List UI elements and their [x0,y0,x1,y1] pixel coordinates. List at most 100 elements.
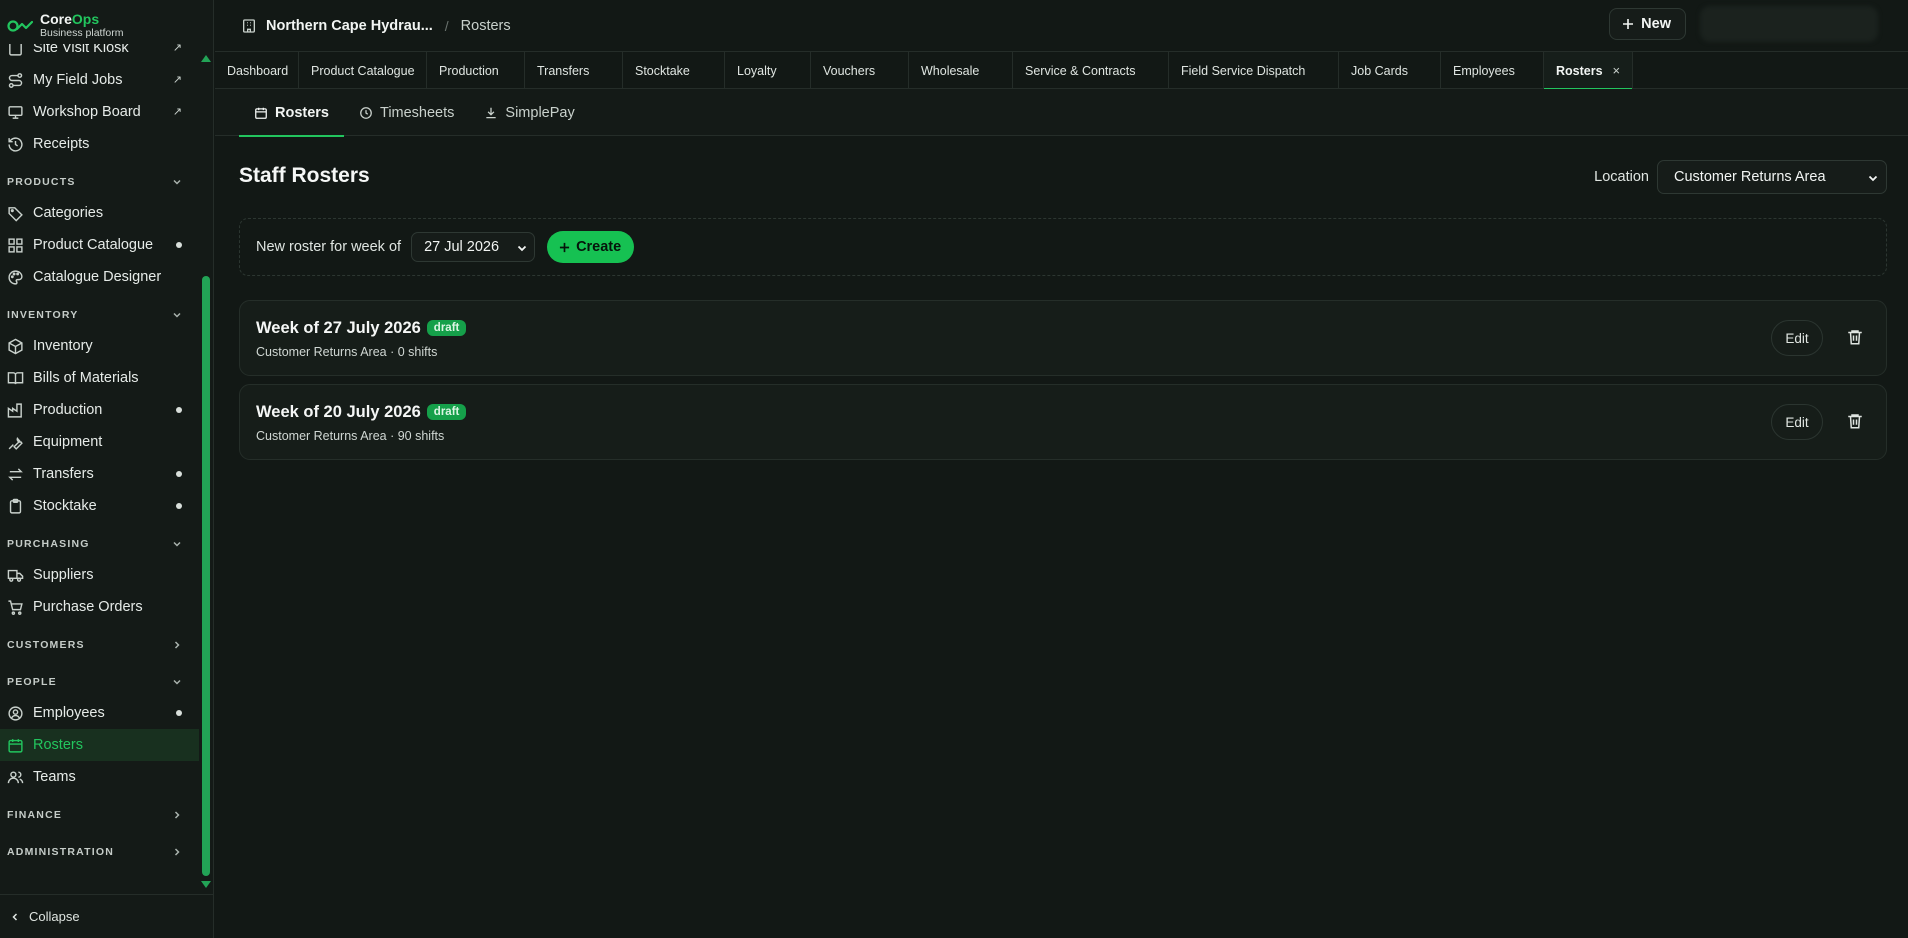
section-label: ADMINISTRATION [7,846,115,858]
sidebar-item-workshop-board[interactable]: Workshop Board ↗ [0,96,199,128]
week-select[interactable]: 27 Jul 2026 [411,232,536,262]
tab-wholesale[interactable]: Wholesale [909,52,1013,89]
status-badge: draft [426,404,467,420]
create-button-label: Create [576,239,622,255]
tab-label: Vouchers [823,63,876,78]
sidebar-item-rosters[interactable]: Rosters [0,729,199,761]
tab-label: Transfers [537,63,590,78]
chevron-right-icon [174,811,180,819]
chevron-right-icon [174,641,180,649]
status-dot [176,503,182,509]
sidebar-nav: Site Visit Kiosk ↗ My Field Jobs ↗ Works… [0,44,200,892]
section-finance[interactable]: FINANCE [0,800,200,830]
breadcrumb-organization[interactable]: Northern Cape Hydrau... [266,18,433,34]
sidebar-item-production[interactable]: Production [0,394,199,426]
sidebar-item-label: Purchase Orders [33,599,143,615]
sidebar-item-product-catalogue[interactable]: Product Catalogue [0,229,199,261]
trash-icon[interactable] [1846,328,1864,346]
subtab-simplepay[interactable]: SimplePay [469,89,589,136]
clipboard-icon [9,498,22,514]
sidebar-item-bills-of-materials[interactable]: Bills of Materials [0,362,199,394]
sidebar-item-receipts[interactable]: Receipts [0,128,199,160]
tab-production[interactable]: Production [427,52,525,89]
tab-label: Dashboard [227,63,289,78]
section-customers[interactable]: CUSTOMERS [0,630,200,660]
new-roster-panel: New roster for week of 27 Jul 2026 Creat… [239,218,1887,276]
roster-card[interactable]: Week of 27 July 2026 draft Customer Retur… [239,300,1887,376]
tab-loyalty[interactable]: Loyalty [725,52,811,89]
roster-meta: Customer Returns Area · 0 shifts [256,345,438,359]
sidebar-item-stocktake[interactable]: Stocktake [0,490,199,522]
tab-service-contracts[interactable]: Service & Contracts [1013,52,1169,89]
tab-label: Product Catalogue [311,63,415,78]
plus-icon [559,242,570,252]
chevron-left-icon [12,912,18,921]
subtab-rosters[interactable]: Rosters [239,89,344,137]
section-products[interactable]: PRODUCTS [0,167,200,197]
clock-icon [360,106,372,119]
section-purchasing[interactable]: PURCHASING [0,529,200,559]
location-select[interactable]: Customer Returns Area [1657,160,1887,194]
chevron-down-icon [173,312,181,318]
collapse-button[interactable]: Collapse [0,894,213,938]
edit-button[interactable]: Edit [1771,320,1823,356]
external-link-icon: ↗ [172,106,182,118]
brand-subtitle: Business platform [40,27,124,39]
wrench-icon [8,436,23,450]
tab-label: Field Service Dispatch [1181,63,1306,78]
tab-transfers[interactable]: Transfers [525,52,623,89]
location-label: Location [1594,169,1649,185]
sidebar-item-purchase-orders[interactable]: Purchase Orders [0,591,199,623]
sidebar-item-my-field-jobs[interactable]: My Field Jobs ↗ [0,64,199,96]
section-label: CUSTOMERS [7,639,85,651]
package-icon [8,338,23,354]
download-icon [486,107,497,118]
sidebar-item-suppliers[interactable]: Suppliers [0,559,199,591]
sidebar-item-transfers[interactable]: Transfers [0,458,199,490]
section-administration[interactable]: ADMINISTRATION [0,837,200,867]
sidebar-item-label: Site Visit Kiosk [33,44,129,56]
collapse-label: Collapse [29,909,80,924]
scroll-down-arrow[interactable] [201,881,211,888]
route-icon [8,72,23,88]
sidebar-item-label: Stocktake [33,498,97,514]
tab-vouchers[interactable]: Vouchers [811,52,909,89]
sidebar-item-teams[interactable]: Teams [0,761,199,793]
subtab-timesheets[interactable]: Timesheets [344,89,469,136]
status-dot [176,710,182,716]
tab-dashboard[interactable]: Dashboard [215,52,299,89]
trash-icon[interactable] [1846,412,1864,430]
create-button[interactable]: Create [547,231,635,263]
sidebar-scrollbar-thumb[interactable] [202,276,210,876]
tab-field-service-dispatch[interactable]: Field Service Dispatch [1169,52,1339,89]
sidebar-item-categories[interactable]: Categories [0,197,199,229]
scroll-up-arrow[interactable] [201,55,211,62]
roster-title-text: Week of 27 July 2026 [256,319,421,337]
sidebar-item-inventory[interactable]: Inventory [0,330,199,362]
topbar: Northern Cape Hydrau... / Rosters New [215,0,1908,52]
section-people[interactable]: PEOPLE [0,667,200,697]
tag-icon [8,206,23,222]
new-button[interactable]: New [1609,8,1686,40]
sidebar-item-employees[interactable]: Employees [0,697,199,729]
tab-product-catalogue[interactable]: Product Catalogue [299,52,427,89]
tab-label: Loyalty [737,63,777,78]
sidebar-item-label: Suppliers [33,567,94,583]
section-label: PRODUCTS [7,176,76,188]
tab-employees[interactable]: Employees [1441,52,1544,89]
section-inventory[interactable]: INVENTORY [0,300,200,330]
calendar-icon [255,107,267,119]
tab-label: Stocktake [635,63,690,78]
close-tab-icon[interactable]: × [1613,63,1621,78]
sidebar-item-equipment[interactable]: Equipment [0,426,199,458]
tab-stocktake[interactable]: Stocktake [623,52,725,89]
sidebar-item-site-visit-kiosk[interactable]: Site Visit Kiosk ↗ [0,44,199,64]
tab-job-cards[interactable]: Job Cards [1339,52,1441,89]
sidebar-item-catalogue-designer[interactable]: Catalogue Designer [0,261,199,293]
sidebar-item-label: Employees [33,705,105,721]
roster-card[interactable]: Week of 20 July 2026 draft Customer Retur… [239,384,1887,460]
tab-label: Job Cards [1351,63,1408,78]
tab-rosters[interactable]: Rosters × [1544,52,1633,90]
user-menu[interactable] [1700,6,1878,42]
edit-button[interactable]: Edit [1771,404,1823,440]
